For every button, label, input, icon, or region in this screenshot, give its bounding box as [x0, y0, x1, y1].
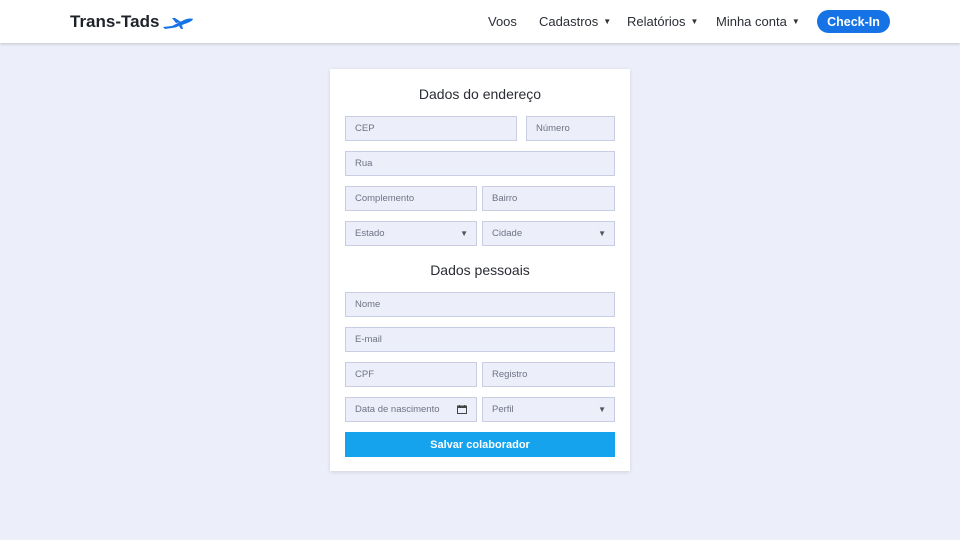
cpf-placeholder: CPF [355, 369, 374, 380]
dropdown-arrow-icon: ▼ [598, 229, 606, 238]
bairro-placeholder: Bairro [492, 193, 518, 204]
caret-down-icon: ▼ [791, 17, 800, 26]
nome-input[interactable]: Nome [345, 292, 615, 317]
perfil-select[interactable]: Perfil ▼ [482, 397, 615, 422]
complemento-placeholder: Complemento [355, 193, 415, 204]
nav-cadastros-label: Cadastros [539, 14, 599, 29]
nav-voos-label: Voos [488, 14, 517, 29]
nav-relatorios[interactable]: Relatórios ▼ [627, 14, 698, 29]
cep-input[interactable]: CEP [345, 116, 517, 141]
registro-input[interactable]: Registro [482, 362, 615, 387]
nascimento-placeholder: Data de nascimento [355, 404, 440, 415]
cpf-input[interactable]: CPF [345, 362, 477, 387]
nav-cadastros[interactable]: Cadastros ▼ [539, 14, 611, 29]
cidade-placeholder: Cidade [492, 228, 523, 239]
nav-minha-conta-label: Minha conta [716, 14, 787, 29]
personal-section-title: Dados pessoais [430, 262, 530, 278]
cidade-select[interactable]: Cidade ▼ [482, 221, 615, 246]
airplane-icon [163, 17, 194, 29]
rua-placeholder: Rua [355, 158, 373, 169]
brand-name: Trans-Tads [70, 12, 160, 31]
numero-input[interactable]: Número [526, 116, 615, 141]
cep-placeholder: CEP [355, 123, 375, 134]
numero-placeholder: Número [536, 123, 570, 134]
perfil-placeholder: Perfil [492, 404, 514, 415]
nav-relatorios-label: Relatórios [627, 14, 686, 29]
top-navbar: Trans-Tads Voos Cadastros ▼ Relatórios ▼… [0, 0, 960, 43]
caret-down-icon: ▼ [603, 17, 612, 26]
brand-logo[interactable]: Trans-Tads [70, 12, 194, 32]
email-placeholder: E-mail [355, 334, 382, 345]
nome-placeholder: Nome [355, 299, 381, 310]
complemento-input[interactable]: Complemento [345, 186, 477, 211]
registro-placeholder: Registro [492, 369, 528, 380]
nascimento-date-input[interactable]: Data de nascimento [345, 397, 477, 422]
estado-select[interactable]: Estado ▼ [345, 221, 477, 246]
rua-input[interactable]: Rua [345, 151, 615, 176]
estado-placeholder: Estado [355, 228, 385, 239]
bairro-input[interactable]: Bairro [482, 186, 615, 211]
checkin-button[interactable]: Check-In [817, 10, 890, 33]
nav-voos[interactable]: Voos [488, 14, 517, 29]
save-employee-button[interactable]: Salvar colaborador [345, 432, 615, 457]
address-section-title: Dados do endereço [418, 86, 542, 102]
dropdown-arrow-icon: ▼ [598, 405, 606, 414]
caret-down-icon: ▼ [690, 17, 699, 26]
employee-form-card: Dados do endereço CEP Número Rua Complem… [330, 69, 630, 471]
email-input[interactable]: E-mail [345, 327, 615, 352]
nav-minha-conta[interactable]: Minha conta ▼ [716, 14, 800, 29]
dropdown-arrow-icon: ▼ [460, 229, 468, 238]
calendar-icon[interactable] [457, 405, 467, 414]
